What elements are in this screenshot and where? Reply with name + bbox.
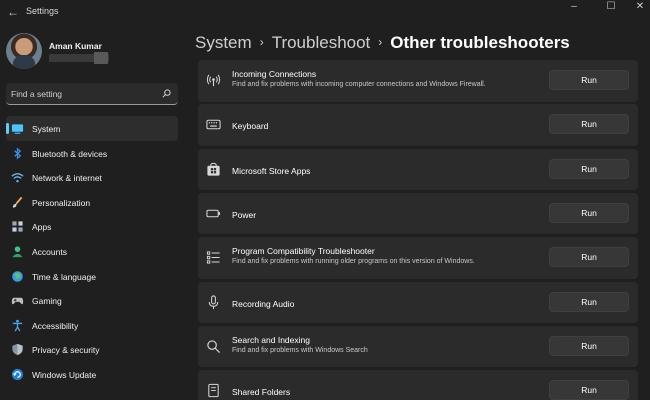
accessibility-icon xyxy=(12,319,23,332)
item-title: Incoming Connections xyxy=(232,69,317,79)
breadcrumb: System › Troubleshoot › Other troubleshooter… xyxy=(195,33,570,53)
item-title: Search and Indexing xyxy=(232,334,310,345)
sidebar-item-windows-update[interactable]: Windows Update xyxy=(6,362,178,387)
troubleshooter-list: Incoming Connections Find and fix proble… xyxy=(198,60,638,400)
search-box[interactable] xyxy=(6,83,178,105)
maximize-button[interactable]: ☐ xyxy=(595,0,627,22)
sidebar-item-label: System xyxy=(32,124,61,134)
list-item-keyboard: Keyboard Run xyxy=(198,104,638,146)
sidebar-item-label: Gaming xyxy=(32,296,62,307)
run-button[interactable]: Run xyxy=(549,202,629,223)
sidebar-item-label: Accessibility xyxy=(32,320,79,331)
list-item-recording-audio: Recording Audio Run xyxy=(198,281,638,323)
item-title: Shared Folders xyxy=(232,387,291,398)
sidebar-item-accounts[interactable]: Accounts xyxy=(6,239,178,264)
run-button[interactable]: Run xyxy=(549,291,629,312)
sidebar-item-apps[interactable]: Apps xyxy=(6,214,178,239)
keyboard-icon xyxy=(206,120,221,130)
sidebar-item-label: Time & language xyxy=(32,271,96,282)
item-title: Program Compatibility Troubleshooter xyxy=(232,246,375,257)
sidebar-item-label: Apps xyxy=(32,222,52,233)
item-description: Find and fix problems with running older… xyxy=(232,258,475,266)
sidebar-item-personalization[interactable]: Personalization xyxy=(6,190,178,215)
sidebar-item-label: Accounts xyxy=(32,246,67,257)
list-item-search-indexing: Search and Indexing Find and fix problem… xyxy=(198,325,638,368)
user-name: Aman Kumar xyxy=(49,41,102,51)
redaction-block xyxy=(94,52,108,64)
sidebar-item-network[interactable]: Network & internet xyxy=(6,165,178,190)
folder-icon xyxy=(208,383,219,398)
item-description: Find and fix problems with incoming comp… xyxy=(232,81,486,88)
sidebar-item-bluetooth[interactable]: Bluetooth & devices xyxy=(6,141,178,166)
avatar[interactable] xyxy=(6,33,42,69)
breadcrumb-separator: › xyxy=(378,35,383,49)
sidebar-item-privacy-security[interactable]: Privacy & security xyxy=(6,337,178,362)
list-icon xyxy=(206,251,220,264)
apps-icon xyxy=(12,221,23,232)
item-title: Power xyxy=(232,209,257,220)
list-item-microsoft-store-apps: Microsoft Store Apps Run xyxy=(198,148,638,191)
run-button[interactable]: Run xyxy=(549,114,629,135)
close-button[interactable]: ✕ xyxy=(624,0,650,22)
battery-icon xyxy=(206,209,221,218)
back-button[interactable]: ← xyxy=(4,3,22,21)
sidebar-item-label: Personalization xyxy=(32,197,91,208)
accounts-icon xyxy=(12,246,23,258)
title-bar: ← Settings – ☐ ✕ xyxy=(0,0,650,26)
gamepad-icon xyxy=(11,297,24,305)
list-item-program-compatibility: Program Compatibility Troubleshooter Fin… xyxy=(198,237,638,279)
item-title: Recording Audio xyxy=(232,298,295,309)
store-icon xyxy=(207,162,220,176)
page-title: Other troubleshooters xyxy=(390,33,570,52)
breadcrumb-separator: › xyxy=(259,35,264,49)
antenna-icon xyxy=(206,74,221,87)
item-description: Find and fix problems with Windows Searc… xyxy=(232,346,368,354)
list-item-power: Power Run xyxy=(198,192,638,235)
run-button[interactable]: Run xyxy=(549,247,629,268)
run-button[interactable]: Run xyxy=(549,70,629,90)
app-title: Settings xyxy=(26,6,59,16)
list-item-incoming-connections: Incoming Connections Find and fix proble… xyxy=(198,60,638,102)
search-input[interactable] xyxy=(11,87,151,101)
sidebar-item-accessibility[interactable]: Accessibility xyxy=(6,313,178,338)
sidebar-item-label: Windows Update xyxy=(32,369,97,380)
sidebar-item-system[interactable]: System xyxy=(6,116,178,141)
sidebar-item-label: Privacy & security xyxy=(32,345,100,356)
wifi-icon xyxy=(11,173,24,183)
run-button[interactable]: Run xyxy=(549,335,629,356)
sidebar-item-label: Network & internet xyxy=(32,173,102,184)
update-icon xyxy=(11,368,24,381)
item-title: Keyboard xyxy=(232,121,269,132)
sidebar-item-time-language[interactable]: Time & language xyxy=(6,264,178,289)
sidebar-nav: System Bluetooth & devices Network & int… xyxy=(6,116,178,387)
run-button[interactable]: Run xyxy=(549,158,629,179)
shield-icon xyxy=(12,344,23,356)
bluetooth-icon xyxy=(14,147,22,160)
sidebar-item-label: Bluetooth & devices xyxy=(32,148,108,159)
run-button[interactable]: Run xyxy=(549,380,629,400)
sidebar-item-gaming[interactable]: Gaming xyxy=(6,288,178,313)
system-icon xyxy=(11,124,24,134)
microphone-icon xyxy=(208,294,219,309)
breadcrumb-system[interactable]: System xyxy=(195,33,252,52)
brush-icon xyxy=(12,196,23,208)
list-item-shared-folders: Shared Folders Run xyxy=(198,370,638,400)
search-icon xyxy=(207,340,221,353)
minimize-button[interactable]: – xyxy=(558,0,590,22)
item-title: Microsoft Store Apps xyxy=(232,165,311,176)
search-icon[interactable] xyxy=(162,89,171,98)
breadcrumb-troubleshoot[interactable]: Troubleshoot xyxy=(272,33,371,52)
globe-icon xyxy=(12,270,23,282)
settings-window: ← Settings – ☐ ✕ Aman Kumar System Bluet… xyxy=(0,0,650,400)
